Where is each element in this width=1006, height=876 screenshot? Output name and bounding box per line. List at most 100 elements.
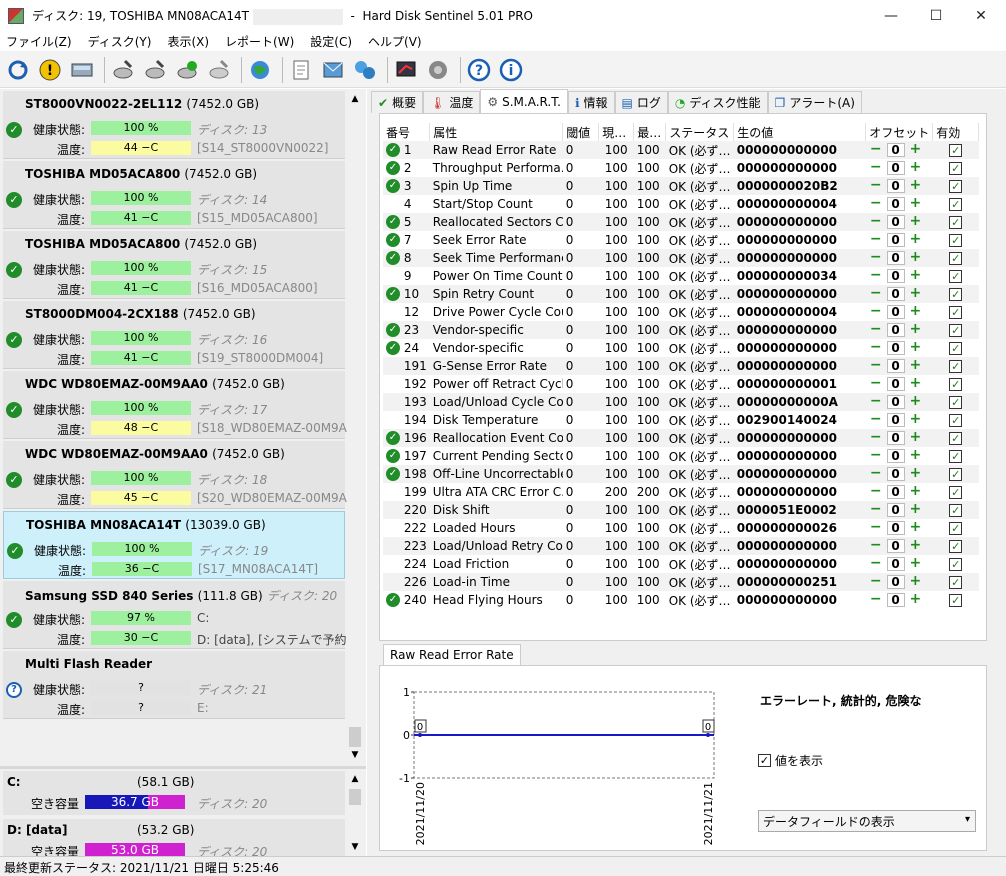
refresh-icon[interactable] — [4, 56, 32, 84]
info-icon[interactable]: i — [497, 56, 525, 84]
offset-decrease-button[interactable]: − — [869, 142, 883, 157]
enabled-checkbox[interactable]: ✓ — [949, 342, 963, 355]
enabled-checkbox[interactable]: ✓ — [949, 576, 963, 589]
offset-decrease-button[interactable]: − — [869, 412, 883, 427]
offset-increase-button[interactable]: + — [908, 484, 922, 499]
smart-row[interactable]: 226 Load-in Time 0 100 100 OK (必ず… 00000000025… — [383, 573, 979, 591]
offset-decrease-button[interactable]: − — [869, 376, 883, 391]
disk-list-scrollbar[interactable]: ▲ ▼ — [347, 91, 363, 763]
disk-item[interactable]: Multi Flash Reader ? 健康状態: 温度:?? ディスク: 21 E: — [3, 651, 345, 719]
offset-value[interactable]: 0 — [886, 179, 905, 194]
show-values-checkbox[interactable]: ✓ 値を表示 — [758, 752, 823, 769]
smart-row[interactable]: ✓ 1 Raw Read Error Rate 0 100 100 OK (必ず… 0000… — [383, 141, 979, 159]
smart-row[interactable]: ✓ 196 Reallocation Event Co… 0 100 100 OK (必ず… — [383, 429, 979, 447]
offset-increase-button[interactable]: + — [908, 394, 922, 409]
offset-decrease-button[interactable]: − — [869, 250, 883, 265]
offset-value[interactable]: 0 — [886, 269, 905, 284]
tab-alerts[interactable]: ❐ アラート(A) — [767, 91, 862, 113]
offset-decrease-button[interactable]: − — [869, 556, 883, 571]
offset-decrease-button[interactable]: − — [869, 466, 883, 481]
smart-row[interactable]: ✓ 24 Vendor-specific 0 100 100 OK (必ず… 0000000… — [383, 339, 979, 357]
tab-log[interactable]: ▤ ログ — [614, 91, 668, 113]
offset-decrease-button[interactable]: − — [869, 304, 883, 319]
offset-decrease-button[interactable]: − — [869, 502, 883, 517]
smart-row[interactable]: ✓ 8 Seek Time Performance 0 100 100 OK (必ず… 00… — [383, 249, 979, 267]
offset-decrease-button[interactable]: − — [869, 178, 883, 193]
offset-value[interactable]: 0 — [886, 251, 905, 266]
tab-disk-performance[interactable]: ◔ ディスク性能 — [667, 91, 768, 113]
tab-overview[interactable]: ✔ 概要 — [371, 91, 424, 113]
offset-decrease-button[interactable]: − — [869, 394, 883, 409]
enabled-checkbox[interactable]: ✓ — [949, 252, 963, 265]
offset-increase-button[interactable]: + — [908, 448, 922, 463]
offset-value[interactable]: 0 — [886, 359, 905, 374]
offset-value[interactable]: 0 — [886, 485, 905, 500]
enabled-checkbox[interactable]: ✓ — [949, 306, 963, 319]
disk-item[interactable]: ST8000DM004-2CX188 (7452.0 GB) ✓ 健康状態: 温度: 1… — [3, 301, 345, 369]
disk-tool-icon[interactable] — [205, 56, 233, 84]
enabled-checkbox[interactable]: ✓ — [949, 432, 963, 445]
enabled-checkbox[interactable]: ✓ — [949, 414, 963, 427]
smart-row[interactable]: 194 Disk Temperature 0 100 100 OK (必ず… 0029001… — [383, 411, 979, 429]
offset-increase-button[interactable]: + — [908, 286, 922, 301]
col-raw-value[interactable]: 生の値 — [733, 123, 867, 141]
smart-row[interactable]: 224 Load Friction 0 100 100 OK (必ず… 0000000000… — [383, 555, 979, 573]
web-icon[interactable] — [246, 56, 274, 84]
enabled-checkbox[interactable]: ✓ — [949, 378, 963, 391]
offset-value[interactable]: 0 — [886, 503, 905, 518]
offset-increase-button[interactable]: + — [908, 430, 922, 445]
benchmark-icon[interactable] — [392, 56, 420, 84]
offset-decrease-button[interactable]: − — [869, 484, 883, 499]
offset-decrease-button[interactable]: − — [869, 340, 883, 355]
offset-increase-button[interactable]: + — [908, 340, 922, 355]
tab-smart[interactable]: ⚙ S.M.A.R.T. — [480, 89, 568, 113]
enabled-checkbox[interactable]: ✓ — [949, 270, 963, 283]
menu-file[interactable]: ファイル(Z) — [0, 33, 82, 50]
offset-value[interactable]: 0 — [886, 197, 905, 212]
offset-decrease-button[interactable]: − — [869, 538, 883, 553]
offset-value[interactable]: 0 — [886, 593, 905, 608]
enabled-checkbox[interactable]: ✓ — [949, 594, 963, 607]
offset-decrease-button[interactable]: − — [869, 268, 883, 283]
smart-row[interactable]: ✓ 240 Head Flying Hours 0 100 100 OK (必ず… 0000… — [383, 591, 979, 609]
offset-decrease-button[interactable]: − — [869, 196, 883, 211]
offset-increase-button[interactable]: + — [908, 142, 922, 157]
help-icon[interactable]: ? — [465, 56, 493, 84]
menu-report[interactable]: レポート(W) — [219, 33, 304, 50]
offset-increase-button[interactable]: + — [908, 160, 922, 175]
offset-value[interactable]: 0 — [886, 323, 905, 338]
smart-row[interactable]: ✓ 197Current Pending Secto…0100100OK (必ず… — [383, 447, 979, 465]
data-field-dropdown[interactable]: データフィールドの表示 ▾ — [758, 810, 976, 832]
col-threshold[interactable]: 閾値 — [562, 123, 600, 141]
offset-increase-button[interactable]: + — [908, 538, 922, 553]
offset-value[interactable]: 0 — [886, 143, 905, 158]
offset-decrease-button[interactable]: − — [869, 286, 883, 301]
offset-decrease-button[interactable]: − — [869, 520, 883, 535]
col-enabled[interactable]: 有効 — [932, 123, 980, 141]
offset-decrease-button[interactable]: − — [869, 430, 883, 445]
report-icon[interactable] — [287, 56, 315, 84]
offset-increase-button[interactable]: + — [908, 268, 922, 283]
offset-increase-button[interactable]: + — [908, 556, 922, 571]
offset-increase-button[interactable]: + — [908, 250, 922, 265]
col-status[interactable]: ステータス — [665, 123, 735, 141]
offset-increase-button[interactable]: + — [908, 178, 922, 193]
network-icon[interactable] — [351, 56, 379, 84]
offset-decrease-button[interactable]: − — [869, 448, 883, 463]
offset-value[interactable]: 0 — [886, 521, 905, 536]
smart-row[interactable]: ✓ 2 Throughput Performa… 0 100 100 OK (必ず… 000… — [383, 159, 979, 177]
offset-decrease-button[interactable]: − — [869, 160, 883, 175]
offset-decrease-button[interactable]: − — [869, 358, 883, 373]
smart-row[interactable]: 12Drive Power Cycle Cou…0100100OK (必ず…00… — [383, 303, 979, 321]
col-offset[interactable]: オフセット — [865, 123, 934, 141]
enabled-checkbox[interactable]: ✓ — [949, 360, 963, 373]
offset-decrease-button[interactable]: − — [869, 322, 883, 337]
enabled-checkbox[interactable]: ✓ — [949, 450, 963, 463]
offset-increase-button[interactable]: + — [908, 592, 922, 607]
offset-value[interactable]: 0 — [886, 215, 905, 230]
smart-row[interactable]: 223 Load/Unload Retry Co… 0 100 100 OK (必ず… 00… — [383, 537, 979, 555]
offset-increase-button[interactable]: + — [908, 304, 922, 319]
enabled-checkbox[interactable]: ✓ — [949, 324, 963, 337]
col-current[interactable]: 現… — [598, 123, 635, 141]
smart-row[interactable]: ✓ 3 Spin Up Time 0 100 100 OK (必ず… 0000000020B… — [383, 177, 979, 195]
